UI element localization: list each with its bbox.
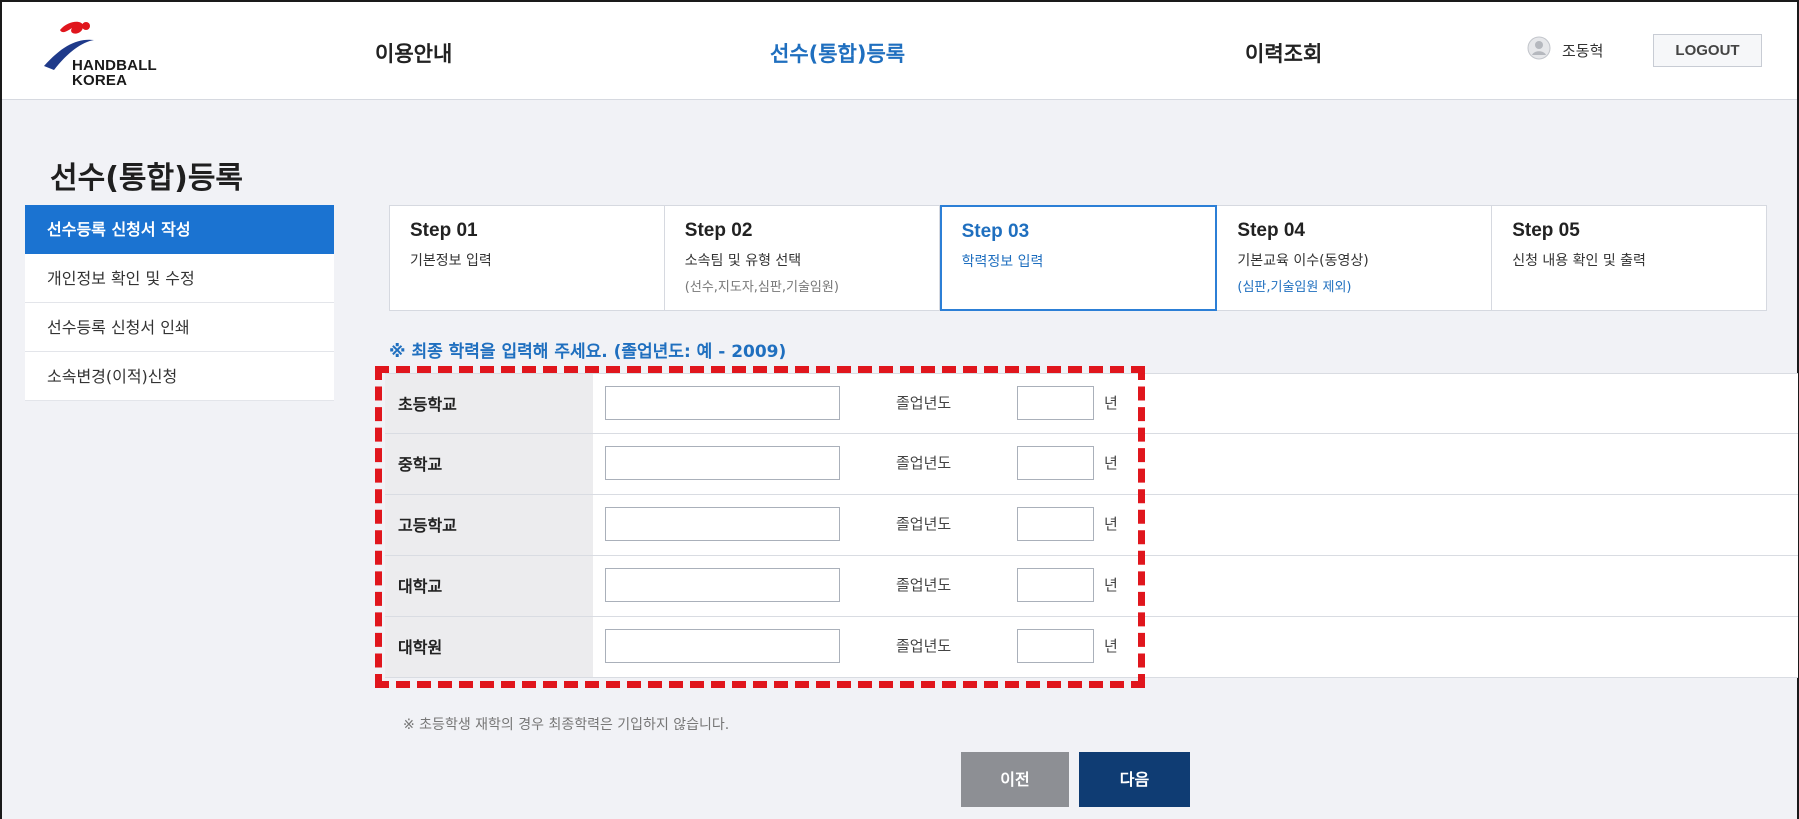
year-unit-label: 년 (1104, 576, 1118, 594)
user-name: 조동혁 (1562, 42, 1604, 60)
row-label-middle: 중학교 (385, 434, 593, 494)
table-row: 초등학교 졸업년도 년 (385, 373, 1798, 434)
step-03: Step 03 학력정보 입력 (939, 205, 1218, 311)
grad-year-label: 졸업년도 (896, 515, 952, 533)
sidebar-item-transfer[interactable]: 소속변경(이적)신청 (25, 352, 334, 401)
row-label-university: 대학교 (385, 556, 593, 616)
nav-player-registration[interactable]: 선수(통합)등록 (770, 38, 905, 68)
top-header: HANDBALL KOREA 이용안내 선수(통합)등록 이력조회 조동혁 LO… (2, 2, 1797, 100)
grad-year-label: 졸업년도 (896, 637, 952, 655)
sidebar: 선수등록 신청서 작성 개인정보 확인 및 수정 선수등록 신청서 인쇄 소속변… (25, 205, 334, 401)
user-icon (1527, 36, 1551, 60)
year-unit-label: 년 (1104, 515, 1118, 533)
nav-guide[interactable]: 이용안내 (375, 38, 452, 68)
graduate-grad-year-input[interactable] (1017, 629, 1094, 663)
year-unit-label: 년 (1104, 394, 1118, 412)
footnote: ※ 초등학생 재학의 경우 최종학력은 기입하지 않습니다. (403, 717, 730, 733)
university-grad-year-input[interactable] (1017, 568, 1094, 602)
education-table: 초등학교 졸업년도 년 중학교 졸업년도 년 고등학교 졸업년도 년 대학교 졸… (385, 373, 1798, 678)
middle-school-input[interactable] (605, 446, 840, 480)
next-button[interactable]: 다음 (1079, 752, 1190, 807)
step-indicator: Step 01 기본정보 입력 Step 02 소속팀 및 유형 선택 (선수,… (389, 205, 1767, 311)
logo-text: HANDBALL KOREA (72, 57, 157, 89)
row-label-elementary: 초등학교 (385, 374, 593, 433)
graduate-school-input[interactable] (605, 629, 840, 663)
step-01: Step 01 기본정보 입력 (390, 206, 665, 310)
sidebar-item-personal-info[interactable]: 개인정보 확인 및 수정 (25, 254, 334, 303)
year-unit-label: 년 (1104, 454, 1118, 472)
row-label-graduate: 대학원 (385, 617, 593, 677)
year-unit-label: 년 (1104, 637, 1118, 655)
grad-year-label: 졸업년도 (896, 576, 952, 594)
table-row: 대학원 졸업년도 년 (385, 617, 1798, 678)
education-notice: ※ 최종 학력을 입력해 주세요. (졸업년도: 예 - 2009) (389, 342, 787, 362)
handball-korea-logo[interactable]: HANDBALL KOREA (42, 16, 202, 89)
high-school-input[interactable] (605, 507, 840, 541)
step-04: Step 04 기본교육 이수(동영상) (심판,기술임원 제외) (1217, 206, 1493, 310)
table-row: 중학교 졸업년도 년 (385, 434, 1798, 495)
step-02: Step 02 소속팀 및 유형 선택 (선수,지도자,심판,기술임원) (665, 206, 940, 310)
logout-button[interactable]: LOGOUT (1653, 34, 1762, 67)
sidebar-item-application-write[interactable]: 선수등록 신청서 작성 (25, 205, 334, 254)
row-label-high: 고등학교 (385, 495, 593, 555)
grad-year-label: 졸업년도 (896, 394, 952, 412)
high-grad-year-input[interactable] (1017, 507, 1094, 541)
step-05: Step 05 신청 내용 확인 및 출력 (1512, 220, 1646, 269)
nav-history[interactable]: 이력조회 (1245, 38, 1322, 68)
sidebar-item-application-print[interactable]: 선수등록 신청서 인쇄 (25, 303, 334, 352)
grad-year-label: 졸업년도 (896, 454, 952, 472)
middle-grad-year-input[interactable] (1017, 446, 1094, 480)
university-input[interactable] (605, 568, 840, 602)
previous-button[interactable]: 이전 (961, 752, 1069, 807)
table-row: 대학교 졸업년도 년 (385, 556, 1798, 617)
elementary-grad-year-input[interactable] (1017, 386, 1094, 420)
page-title: 선수(통합)등록 (50, 161, 244, 196)
elementary-school-input[interactable] (605, 386, 840, 420)
table-row: 고등학교 졸업년도 년 (385, 495, 1798, 556)
